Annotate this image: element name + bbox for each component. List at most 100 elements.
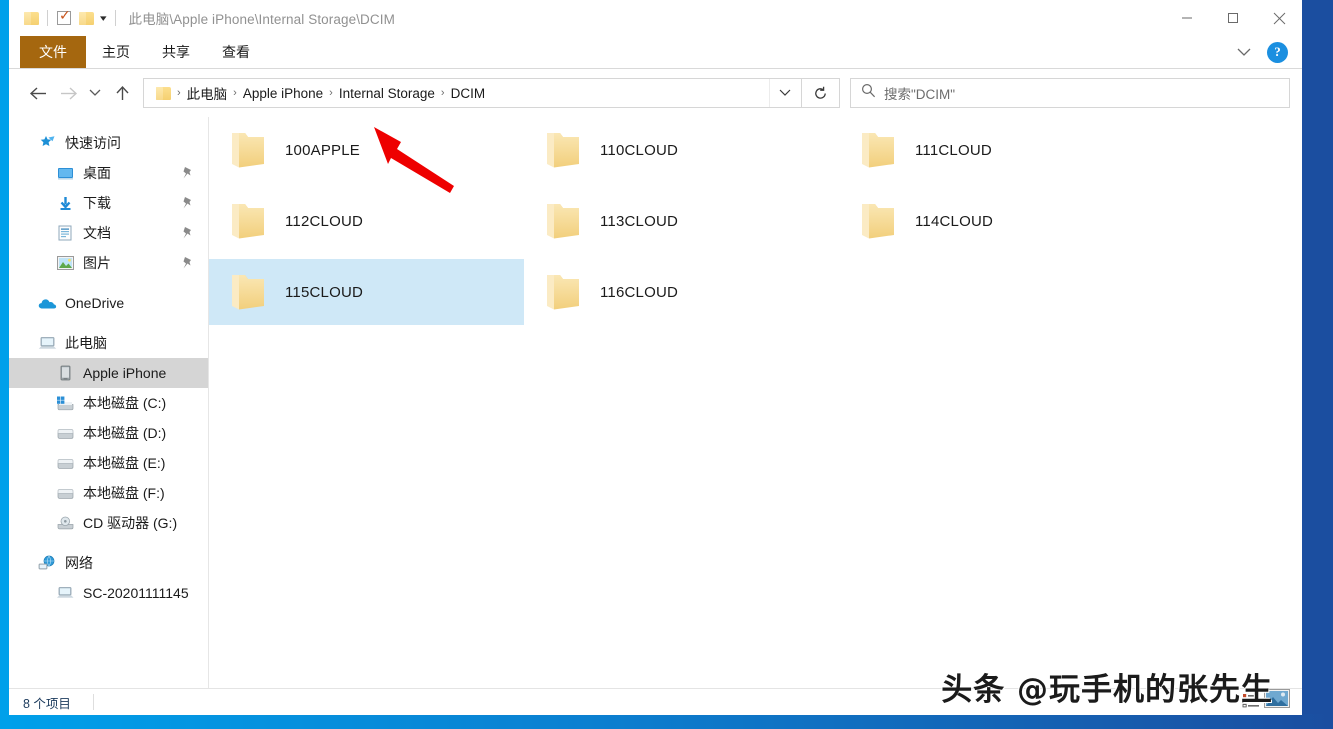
computer-icon <box>55 584 75 602</box>
chevron-down-icon[interactable] <box>1231 39 1257 65</box>
breadcrumb-item-dcim[interactable]: DCIM <box>446 86 491 101</box>
tab-file[interactable]: 文件 <box>20 36 86 68</box>
forward-button[interactable] <box>53 77 83 109</box>
caret-down-icon[interactable]: ▾ <box>94 13 112 23</box>
onedrive-cloud-icon <box>37 294 57 312</box>
folder-label: 110CLOUD <box>600 141 679 159</box>
breadcrumb-item-apple-iphone[interactable]: Apple iPhone <box>238 86 328 101</box>
pin-icon[interactable] <box>182 226 194 240</box>
sidebar-item-network-computer[interactable]: SC-20201111145 <box>9 578 208 608</box>
breadcrumb-item-this-pc[interactable]: 此电脑 <box>182 83 233 103</box>
help-button[interactable]: ? <box>1267 41 1288 63</box>
folder-icon <box>538 197 586 245</box>
pin-icon[interactable] <box>182 166 194 180</box>
watermark-text: 头条 @玩手机的张先生 <box>941 672 1273 708</box>
folder-item-110cloud[interactable]: 110CLOUD <box>524 117 839 183</box>
sidebar-item-label: 本地磁盘 (F:) <box>83 485 165 501</box>
folder-icon <box>223 197 271 245</box>
close-button[interactable] <box>1256 0 1302 36</box>
chevron-down-icon[interactable] <box>769 79 799 107</box>
sidebar-item-label: OneDrive <box>65 295 125 311</box>
refresh-button[interactable] <box>802 78 840 108</box>
folder-label: 115CLOUD <box>285 283 364 301</box>
drive-icon <box>55 484 75 502</box>
sidebar-item-label: 桌面 <box>83 165 111 181</box>
folder-icon <box>223 126 271 174</box>
breadcrumb-item-internal-storage[interactable]: Internal Storage <box>334 86 440 101</box>
tab-home[interactable]: 主页 <box>86 36 146 68</box>
pin-icon[interactable] <box>182 196 194 210</box>
sidebar-item-quick-access[interactable]: 快速访问 <box>9 128 208 158</box>
divider <box>114 10 116 26</box>
sidebar-item-label: 本地磁盘 (D:) <box>83 425 167 441</box>
checkbox-check-icon[interactable] <box>53 7 75 29</box>
folder-icon <box>20 7 42 29</box>
address-bar[interactable]: › 此电脑 › Apple iPhone › Internal Storage … <box>143 78 802 108</box>
pin-icon[interactable] <box>182 256 194 270</box>
minimize-button[interactable] <box>1164 0 1210 36</box>
sidebar-item-label: Apple iPhone <box>83 365 167 381</box>
sidebar-item-pictures[interactable]: 图片 <box>9 248 208 278</box>
sidebar-item-downloads[interactable]: 下载 <box>9 188 208 218</box>
drive-icon <box>55 454 75 472</box>
folder-label: 116CLOUD <box>600 283 679 301</box>
folder-icon <box>853 197 901 245</box>
folder-item-100apple[interactable]: 100APPLE <box>209 117 524 183</box>
search-box[interactable]: 搜索"DCIM" <box>850 78 1290 108</box>
sidebar-item-local-disk-f[interactable]: 本地磁盘 (F:) <box>9 478 208 508</box>
window-title-path: 此电脑\Apple iPhone\Internal Storage\DCIM <box>128 12 395 27</box>
sidebar-item-this-pc[interactable]: 此电脑 <box>9 328 208 358</box>
item-count-label: 8 个项目 <box>23 696 71 711</box>
title-bar: ▾ 此电脑\Apple iPhone\Internal Storage\DCIM <box>9 0 1302 36</box>
sidebar-item-local-disk-c[interactable]: 本地磁盘 (C:) <box>9 388 208 418</box>
divider <box>92 694 94 710</box>
tab-share[interactable]: 共享 <box>146 36 206 68</box>
ribbon-right-controls: ? <box>1231 36 1296 68</box>
sidebar-item-label: 本地磁盘 (C:) <box>83 395 167 411</box>
sidebar-item-label: 下载 <box>83 195 111 211</box>
sidebar-item-label: 图片 <box>83 255 111 271</box>
sidebar-item-label: 此电脑 <box>65 335 107 351</box>
sidebar-item-local-disk-d[interactable]: 本地磁盘 (D:) <box>9 418 208 448</box>
search-input[interactable]: 搜索"DCIM" <box>884 83 955 103</box>
sidebar-item-label: 网络 <box>65 555 93 571</box>
navigation-pane[interactable]: 快速访问 桌面 下载 文档 图片 OneDrive 此电脑 Apple iPho… <box>9 117 208 688</box>
sidebar-item-onedrive[interactable]: OneDrive <box>9 288 208 318</box>
folder-icon <box>538 268 586 316</box>
tab-view[interactable]: 查看 <box>206 36 266 68</box>
up-button[interactable] <box>107 77 137 109</box>
back-button[interactable] <box>23 77 53 109</box>
sidebar-item-documents[interactable]: 文档 <box>9 218 208 248</box>
document-icon <box>55 224 75 242</box>
file-list-pane[interactable]: 100APPLE 110CLOUD 111CLOUD 112CLOUD 113C… <box>208 117 1302 688</box>
desktop-background-strip <box>0 714 1333 729</box>
phone-device-icon <box>55 364 75 382</box>
ribbon-tab-bar: 文件 主页 共享 查看 ? <box>9 36 1302 68</box>
sidebar-item-apple-iphone[interactable]: Apple iPhone <box>9 358 208 388</box>
folder-icon <box>538 126 586 174</box>
quick-access-toolbar: ▾ <box>9 7 121 29</box>
folder-icon <box>223 268 271 316</box>
windows-drive-icon <box>55 394 75 412</box>
maximize-button[interactable] <box>1210 0 1256 36</box>
pictures-icon <box>55 254 75 272</box>
folder-item-116cloud[interactable]: 116CLOUD <box>524 259 839 325</box>
folder-item-112cloud[interactable]: 112CLOUD <box>209 188 524 254</box>
sidebar-item-desktop[interactable]: 桌面 <box>9 158 208 188</box>
navigation-bar: › 此电脑 › Apple iPhone › Internal Storage … <box>9 69 1302 117</box>
cd-drive-icon <box>55 514 75 532</box>
search-icon <box>861 83 876 103</box>
sidebar-item-label: CD 驱动器 (G:) <box>83 515 178 531</box>
sidebar-item-network[interactable]: 网络 <box>9 548 208 578</box>
sidebar-item-local-disk-e[interactable]: 本地磁盘 (E:) <box>9 448 208 478</box>
network-icon <box>37 554 57 572</box>
sidebar-item-cd-drive-g[interactable]: CD 驱动器 (G:) <box>9 508 208 538</box>
recent-locations-button[interactable] <box>83 77 107 109</box>
folder-item-111cloud[interactable]: 111CLOUD <box>839 117 1154 183</box>
folder-item-113cloud[interactable]: 113CLOUD <box>524 188 839 254</box>
folder-item-114cloud[interactable]: 114CLOUD <box>839 188 1154 254</box>
folder-label: 111CLOUD <box>915 141 992 159</box>
folder-item-115cloud[interactable]: 115CLOUD <box>209 259 524 325</box>
